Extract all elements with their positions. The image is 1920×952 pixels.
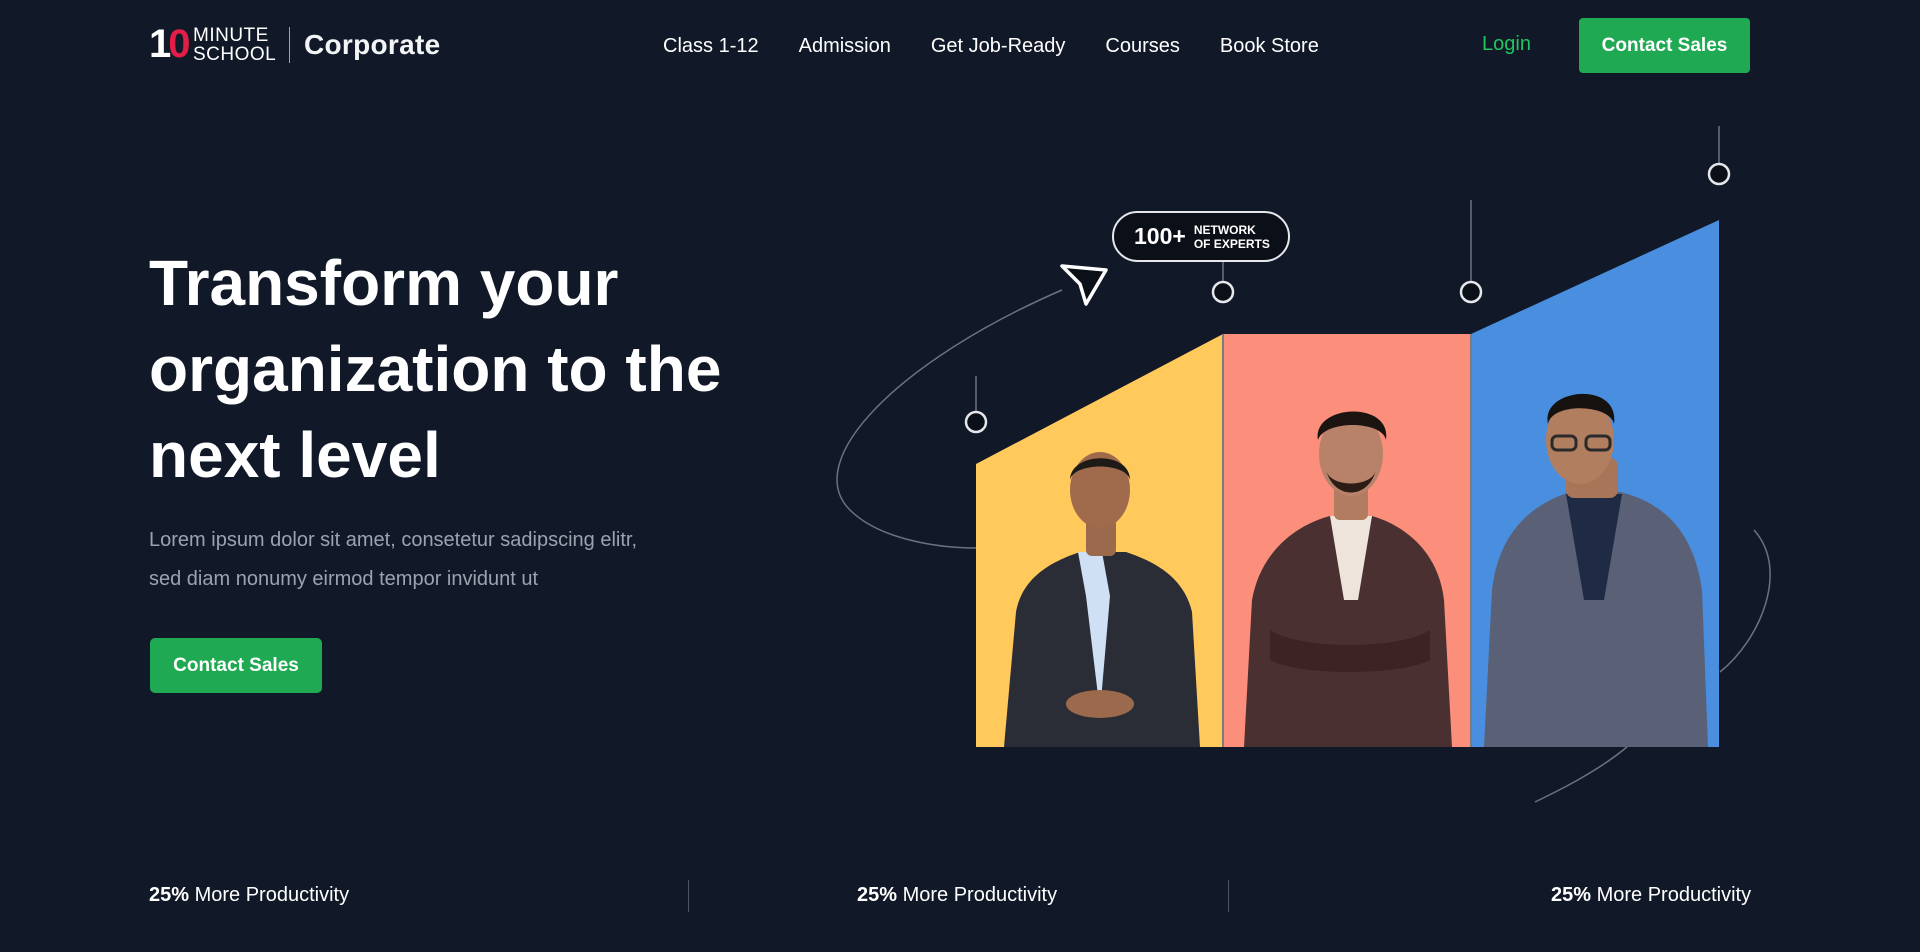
nav-item-get-job-ready[interactable]: Get Job-Ready: [931, 35, 1066, 58]
orbit-line-bottom: [1534, 745, 1629, 803]
experts-badge: 100+ NETWORK OF EXPERTS: [1112, 211, 1290, 262]
logo-number: 10: [149, 22, 191, 66]
stat-label: More Productivity: [1596, 884, 1752, 906]
chart-node-2: [1211, 280, 1235, 304]
nav-item-class-1-12[interactable]: Class 1-12: [663, 35, 759, 58]
logo-word-bottom: SCHOOL: [193, 44, 277, 65]
logo-word-top: MINUTE: [193, 25, 269, 46]
stats-bar: 25% More Productivity 25% More Productiv…: [0, 870, 1920, 920]
cursor-arrow-icon: [1060, 264, 1108, 306]
chart-node-4: [1707, 162, 1731, 186]
hero-graphic: [836, 126, 1771, 803]
nav-item-book-store[interactable]: Book Store: [1220, 35, 1319, 58]
hero-title: Transform your organization to the next …: [149, 247, 722, 491]
stat-item: 25% More Productivity: [149, 884, 349, 907]
header-contact-sales-button[interactable]: Contact Sales: [1579, 18, 1750, 73]
nav-item-admission[interactable]: Admission: [799, 35, 891, 58]
stat-item: 25% More Productivity: [1551, 884, 1751, 907]
experts-badge-text: NETWORK OF EXPERTS: [1193, 222, 1270, 251]
stat-value: 25%: [149, 884, 190, 906]
logo-product-name: Corporate: [304, 29, 441, 60]
login-link[interactable]: Login: [1482, 33, 1531, 56]
chart-node-3: [1459, 280, 1483, 304]
stat-item: 25% More Productivity: [857, 884, 1057, 907]
site-header: 10 MINUTE SCHOOL Corporate Class 1-12 Ad…: [0, 0, 1920, 92]
stat-value: 25%: [857, 884, 898, 906]
logo-divider: [289, 27, 290, 63]
hero-subtitle: Lorem ipsum dolor sit amet, consetetur s…: [149, 529, 637, 590]
hero-contact-sales-button[interactable]: Contact Sales: [150, 638, 322, 693]
stat-label: More Productivity: [902, 884, 1058, 906]
main-nav: Class 1-12 Admission Get Job-Ready Cours…: [663, 35, 1359, 58]
ten-minute-school-logo: 10 MINUTE SCHOOL: [149, 22, 287, 66]
stat-value: 25%: [1551, 884, 1592, 906]
nav-item-courses[interactable]: Courses: [1105, 35, 1179, 58]
stat-divider: [688, 880, 689, 912]
chart-node-1: [964, 410, 988, 434]
orbit-line-right: [1719, 529, 1771, 673]
logo[interactable]: 10 MINUTE SCHOOL Corporate: [149, 22, 441, 66]
logo-words: MINUTE SCHOOL: [193, 26, 276, 64]
stat-label: More Productivity: [194, 884, 350, 906]
stat-divider: [1228, 880, 1229, 912]
experts-badge-number: 100+: [1134, 223, 1186, 249]
logo-number-zero: 0: [168, 22, 190, 66]
